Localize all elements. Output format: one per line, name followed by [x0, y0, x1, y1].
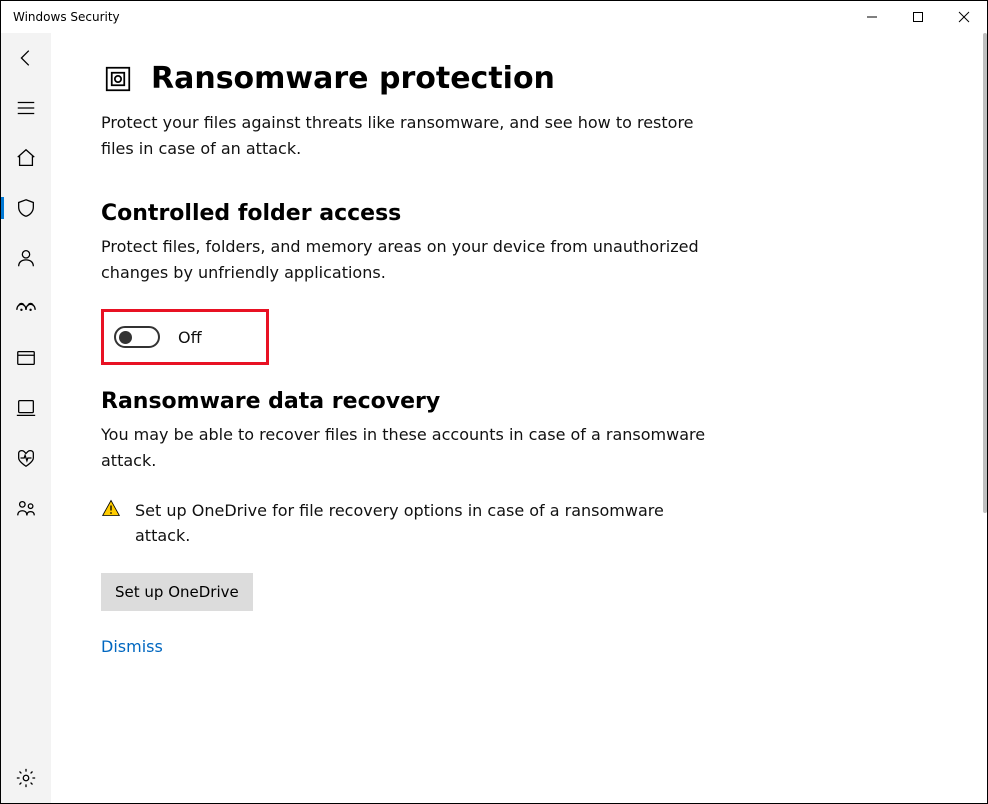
nav-account-protection[interactable]	[1, 233, 51, 283]
main-content: Ransomware protection Protect your files…	[51, 33, 987, 803]
recovery-description: You may be able to recover files in thes…	[101, 422, 721, 473]
page-header: Ransomware protection	[101, 61, 947, 96]
page-title: Ransomware protection	[151, 61, 555, 96]
close-button[interactable]	[941, 1, 987, 33]
warning-icon	[101, 498, 121, 549]
window-controls	[849, 1, 987, 33]
window-body: Ransomware protection Protect your files…	[1, 33, 987, 803]
nav-app-browser[interactable]	[1, 333, 51, 383]
app-window: Windows Security	[0, 0, 988, 804]
toggle-knob	[119, 331, 132, 344]
cfa-toggle-row: Off	[101, 309, 269, 365]
menu-button[interactable]	[1, 83, 51, 133]
nav-device-performance[interactable]	[1, 433, 51, 483]
nav-device-security[interactable]	[1, 383, 51, 433]
nav-family-options[interactable]	[1, 483, 51, 533]
cfa-description: Protect files, folders, and memory areas…	[101, 234, 721, 285]
window-title: Windows Security	[13, 10, 120, 24]
onedrive-alert-text: Set up OneDrive for file recovery option…	[135, 498, 721, 549]
scrollbar-thumb[interactable]	[983, 33, 987, 513]
cfa-toggle-label: Off	[178, 328, 202, 347]
nav-rail	[1, 33, 51, 803]
back-button[interactable]	[1, 33, 51, 83]
cfa-heading: Controlled folder access	[101, 201, 947, 226]
setup-onedrive-button[interactable]: Set up OneDrive	[101, 573, 253, 611]
onedrive-alert: Set up OneDrive for file recovery option…	[101, 498, 721, 549]
recovery-heading: Ransomware data recovery	[101, 389, 947, 414]
titlebar: Windows Security	[1, 1, 987, 33]
page-subtitle: Protect your files against threats like …	[101, 110, 721, 161]
nav-home[interactable]	[1, 133, 51, 183]
nav-virus-protection[interactable]	[1, 183, 51, 233]
scrollbar[interactable]	[981, 33, 987, 803]
cfa-toggle[interactable]	[114, 326, 160, 348]
nav-settings[interactable]	[1, 753, 51, 803]
maximize-button[interactable]	[895, 1, 941, 33]
ransomware-icon	[101, 62, 135, 96]
dismiss-link[interactable]: Dismiss	[101, 637, 163, 656]
minimize-button[interactable]	[849, 1, 895, 33]
nav-firewall-network[interactable]	[1, 283, 51, 333]
